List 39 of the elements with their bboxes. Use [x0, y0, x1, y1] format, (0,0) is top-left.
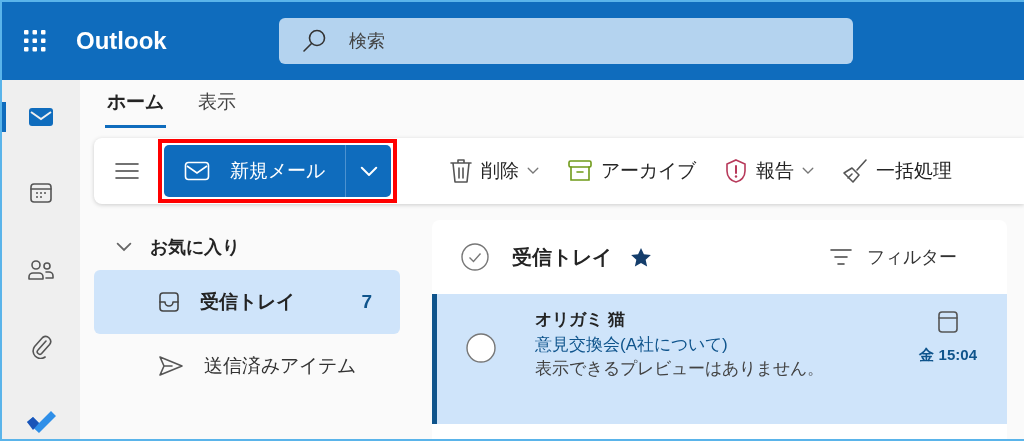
ribbon-tab[interactable]: ホーム [105, 88, 166, 128]
toolbar-button[interactable]: アーカイブ [553, 156, 710, 186]
message-time: 金 15:04 [919, 345, 977, 365]
mail-icon [28, 106, 54, 129]
new-mail-dropdown-button[interactable] [345, 145, 391, 197]
select-all-icon[interactable] [460, 242, 490, 272]
menu-icon[interactable] [114, 161, 140, 181]
star-icon[interactable] [630, 246, 652, 268]
send-icon [158, 355, 184, 377]
shield-icon [724, 158, 748, 184]
app-launcher-icon[interactable] [24, 30, 46, 52]
app-title: Outlook [76, 26, 167, 56]
ribbon-tab[interactable]: 表示 [196, 88, 238, 128]
message-sender: オリガミ 猫 [535, 309, 626, 331]
mail-icon [184, 161, 210, 181]
caret-icon [359, 165, 378, 177]
folder-title: 受信トレイ [512, 245, 612, 270]
calendar-icon [29, 181, 53, 206]
inbox-icon [158, 291, 180, 313]
calendar-icon [937, 310, 960, 334]
folder-group-label[interactable]: お気に入り [150, 233, 240, 261]
folder-item[interactable]: 受信トレイ 7 [94, 270, 400, 334]
toolbar-button[interactable]: 報告 [710, 156, 828, 186]
search-field[interactable]: 検索 [278, 18, 853, 64]
message-preview: 表示できるプレビューはありません。 [535, 358, 825, 381]
checkmark-icon [25, 409, 57, 434]
filter-icon [829, 248, 853, 266]
new-mail-button[interactable]: 新規メール [164, 145, 345, 197]
message-subject: 意見交換会(A社について) [535, 333, 729, 356]
folder-item[interactable]: 送信済みアイテム [94, 334, 400, 398]
people-icon [27, 258, 55, 281]
select-radio[interactable] [465, 332, 497, 364]
message-item[interactable]: オリガミ 猫 意見交換会(A社について) 表示できるプレビューはありません。 金 15:04 [432, 294, 1007, 424]
toolbar-button[interactable]: 削除 [435, 156, 553, 186]
archive-icon [567, 159, 593, 183]
toolbar-button[interactable]: 一括処理 [828, 156, 966, 186]
filter-button[interactable]: フィルター [823, 242, 963, 272]
trash-icon [449, 158, 473, 184]
broom-icon [842, 158, 868, 184]
